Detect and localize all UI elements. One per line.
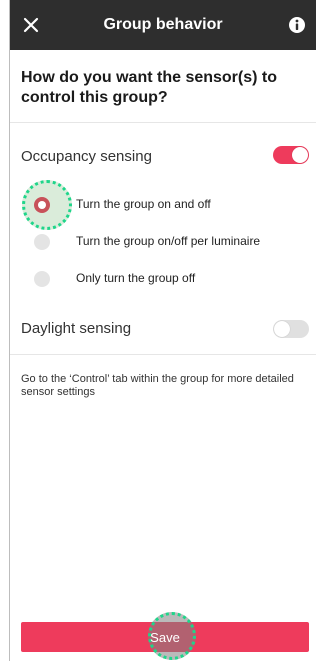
close-icon xyxy=(23,17,39,33)
toggle-knob xyxy=(292,147,308,163)
radio-unselected[interactable] xyxy=(34,234,50,250)
radio-unselected[interactable] xyxy=(34,271,50,287)
control-tab-hint: Go to the ‘Control’ tab within the group… xyxy=(21,373,294,398)
option-label: Turn the group on and off xyxy=(76,197,211,211)
header-bar: Group behavior xyxy=(10,0,316,50)
close-button[interactable] xyxy=(18,12,44,38)
divider xyxy=(10,122,316,123)
daylight-sensing-toggle[interactable] xyxy=(273,320,309,338)
info-button[interactable] xyxy=(286,14,308,36)
option-only-off[interactable]: Only turn the group off xyxy=(21,267,311,291)
info-icon xyxy=(289,17,305,33)
radio-selected[interactable] xyxy=(34,197,50,213)
option-on-and-off[interactable]: Turn the group on and off xyxy=(21,193,311,217)
divider xyxy=(10,354,316,355)
control-question: How do you want the sensor(s) to control… xyxy=(21,69,278,106)
occupancy-sensing-toggle[interactable] xyxy=(273,146,309,164)
option-label: Only turn the group off xyxy=(76,271,196,285)
daylight-sensing-label: Daylight sensing xyxy=(21,320,132,337)
option-label: Turn the group on/off per luminaire xyxy=(76,234,261,248)
page-title: Group behavior xyxy=(103,16,223,33)
group-behavior-screen: Group behavior How do you want the senso… xyxy=(9,0,316,661)
save-button-label: Save xyxy=(150,629,180,645)
option-per-luminaire[interactable]: Turn the group on/off per luminaire xyxy=(21,230,311,254)
toggle-knob xyxy=(274,321,290,337)
occupancy-sensing-label: Occupancy sensing xyxy=(21,148,152,165)
